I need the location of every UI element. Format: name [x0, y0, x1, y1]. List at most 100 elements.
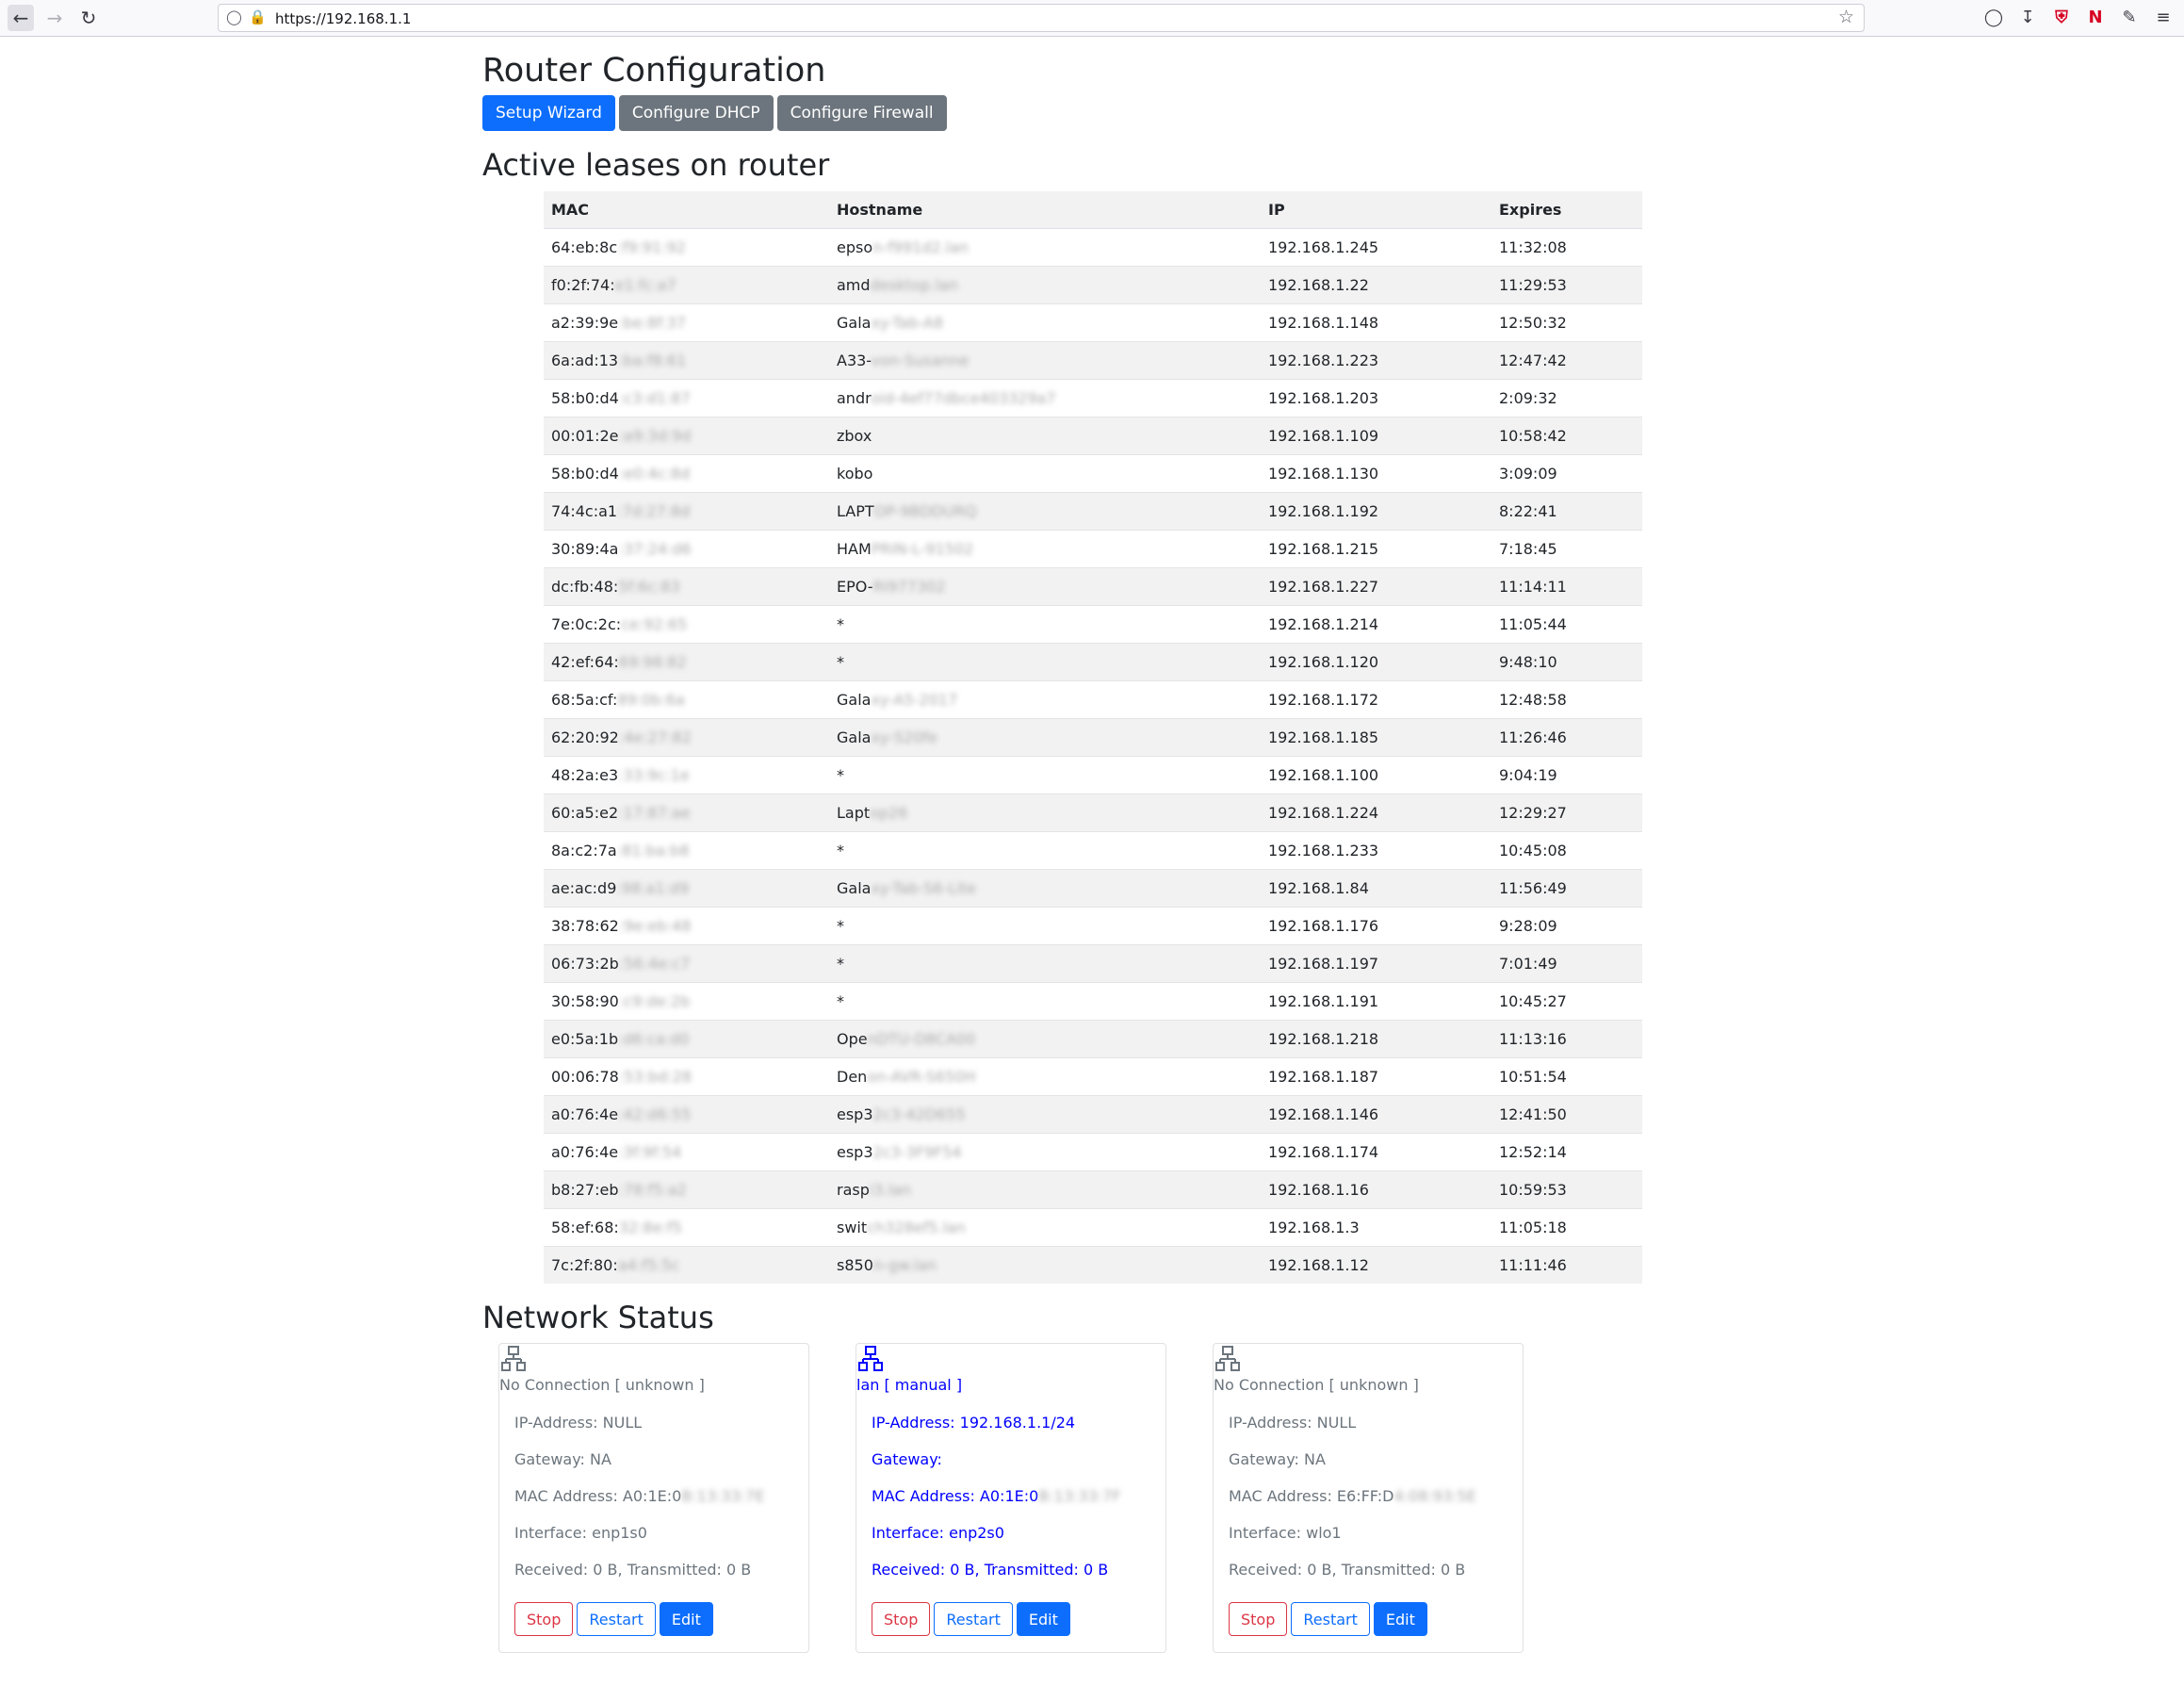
reload-icon[interactable]: ↻ [75, 5, 102, 31]
hostname-cell: zbox [829, 417, 1261, 455]
back-arrow-icon[interactable]: ← [8, 5, 34, 31]
ip-cell: 192.168.1.3 [1261, 1208, 1491, 1247]
hostname-visible: Gala [837, 314, 872, 332]
card-actions: Stop Restart Edit [872, 1602, 1070, 1636]
mac-visible: ae:ac:d9 [551, 879, 617, 897]
mac-visible: a0:76:4e [551, 1143, 619, 1161]
mac-visible: 8a:c2:7a [551, 842, 617, 859]
interface-text: Interface: wlo1 [1229, 1524, 1342, 1542]
mac-cell: a0:76:4e:42:d6:55 [544, 1095, 829, 1134]
mac-address-redacted: B:13:33:7E [681, 1487, 765, 1505]
expires-cell: 12:29:27 [1491, 794, 1642, 832]
hostname-visible: s850 [837, 1256, 873, 1274]
mac-cell: 38:78:62:9e:eb:48 [544, 907, 829, 945]
stop-button[interactable]: Stop [872, 1602, 931, 1636]
forward-arrow-icon[interactable]: → [41, 5, 68, 31]
stop-button[interactable]: Stop [1229, 1602, 1288, 1636]
hostname-visible: HAM [837, 540, 872, 558]
ip-cell: 192.168.1.233 [1261, 831, 1491, 870]
address-bar[interactable]: ◯ 🔒 https://192.168.1.1 ☆ [218, 4, 1865, 32]
ip-cell: 192.168.1.192 [1261, 492, 1491, 531]
expires-cell: 7:18:45 [1491, 530, 1642, 568]
traffic-text: Received: 0 B, Transmitted: 0 B [872, 1561, 1109, 1579]
bookmark-star-icon[interactable]: ☆ [1838, 7, 1854, 27]
table-row: ae:ac:d9:98:a1:d9 Galaxy-Tab-S6-Lite 192.1… [544, 869, 1642, 908]
hostname-visible: esp3 [837, 1105, 873, 1123]
expires-cell: 11:14:11 [1491, 567, 1642, 606]
hostname-redacted: i3.lan [869, 1181, 911, 1199]
column-header-ip: IP [1261, 191, 1491, 229]
configure-dhcp-button[interactable]: Configure DHCP [618, 95, 774, 131]
hostname-redacted: xy-A5-2017 [871, 691, 958, 709]
ip-cell: 192.168.1.12 [1261, 1246, 1491, 1284]
configure-firewall-button[interactable]: Configure Firewall [776, 95, 947, 131]
mac-visible: 30:58:90 [551, 992, 619, 1010]
mac-visible: f0:2f:74: [551, 276, 615, 294]
mac-visible: 6a:ad:13 [551, 352, 619, 369]
mac-redacted: :c9:de:2b [618, 992, 691, 1010]
mac-visible: 06:73:2b [551, 955, 619, 973]
setup-wizard-button[interactable]: Setup Wizard [482, 95, 615, 131]
hostname-cell: s850n-gw.lan [829, 1246, 1261, 1284]
expires-cell: 10:45:08 [1491, 831, 1642, 870]
mac-visible: a2:39:9e [551, 314, 619, 332]
hostname-cell: HAMPRIN-L-91502 [829, 530, 1261, 568]
menu-hamburger-icon[interactable]: ≡ [2153, 8, 2174, 27]
expires-cell: 9:04:19 [1491, 756, 1642, 794]
table-row: 7c:2f:80:a4:f5:5c s850n-gw.lan 192.168.1.1… [544, 1246, 1642, 1284]
column-header-mac: MAC [544, 191, 829, 229]
hostname-cell: esp32c3-3F9F54 [829, 1133, 1261, 1171]
ip-cell: 192.168.1.22 [1261, 266, 1491, 304]
edit-button[interactable]: Edit [1016, 1602, 1070, 1636]
mac-cell: 62:20:92:4e:27:82 [544, 718, 829, 757]
expires-cell: 12:41:50 [1491, 1095, 1642, 1134]
expires-cell: 10:45:27 [1491, 982, 1642, 1021]
hostname-redacted: n-gw.lan [872, 1256, 937, 1274]
ip-cell: 192.168.1.227 [1261, 567, 1491, 606]
lock-icon[interactable]: 🔒 [249, 8, 267, 25]
ublock-icon[interactable]: ⛨ [2051, 8, 2072, 27]
mac-visible: 64:eb:8c [551, 238, 618, 256]
expires-cell: 11:56:49 [1491, 869, 1642, 908]
mac-cell: 7e:0c:2c:ce:92:65 [544, 605, 829, 644]
mac-visible: 30:89:4a [551, 540, 619, 558]
hostname-cell: raspi3.lan [829, 1170, 1261, 1209]
expires-cell: 11:32:08 [1491, 228, 1642, 267]
mac-cell: 8a:c2:7a:81:ba:b8 [544, 831, 829, 870]
table-row: 6a:ad:13:ba:f8:61 A33-von-Susanne 192.168.… [544, 341, 1642, 380]
mac-redacted: :ba:f8:61 [618, 352, 687, 369]
restart-button[interactable]: Restart [577, 1602, 656, 1636]
ip-cell: 192.168.1.197 [1261, 944, 1491, 983]
edit-button[interactable]: Edit [1373, 1602, 1427, 1636]
expires-cell: 11:05:44 [1491, 605, 1642, 644]
mac-cell: 30:89:4a:37:24:d6 [544, 530, 829, 568]
extensions-puzzle-icon[interactable]: ✎ [2119, 8, 2140, 27]
ip-cell: 192.168.1.100 [1261, 756, 1491, 794]
hostname-redacted: xy-Tab-S6-Lite [871, 879, 976, 897]
url-text[interactable]: https://192.168.1.1 [275, 10, 411, 27]
ip-cell: 192.168.1.224 [1261, 794, 1491, 832]
interface-text: Interface: enp1s0 [514, 1524, 647, 1542]
restart-button[interactable]: Restart [934, 1602, 1013, 1636]
table-row: 30:89:4a:37:24:d6 HAMPRIN-L-91502 192.168.… [544, 530, 1642, 568]
network-status-heading: Network Status [482, 1300, 714, 1335]
mac-redacted: 69:98:82 [618, 653, 687, 671]
download-icon[interactable]: ↧ [2017, 8, 2038, 27]
table-row: f0:2f:74:e1:fc:a7 amddesktop.lan 192.168.1… [544, 266, 1642, 304]
mac-address-visible: MAC Address: A0:1E:0 [872, 1487, 1039, 1505]
hostname-visible: * [837, 615, 844, 633]
edit-button[interactable]: Edit [659, 1602, 713, 1636]
mac-address-text: MAC Address: E6:FF:D4:08:93:5E [1229, 1487, 1476, 1505]
restart-button[interactable]: Restart [1291, 1602, 1370, 1636]
pocket-icon[interactable]: ◯ [1983, 8, 2004, 27]
expires-cell: 12:48:58 [1491, 680, 1642, 719]
mac-visible: dc:fb:48: [551, 578, 619, 596]
mac-redacted: :be:8f:37 [618, 314, 686, 332]
ip-cell: 192.168.1.203 [1261, 379, 1491, 417]
stop-button[interactable]: Stop [514, 1602, 574, 1636]
extension-n-icon[interactable]: N [2085, 8, 2106, 27]
shield-icon[interactable]: ◯ [226, 8, 242, 25]
mac-cell: 00:06:78:53:bd:28 [544, 1057, 829, 1096]
mac-cell: 42:ef:64:69:98:82 [544, 643, 829, 681]
table-row: 62:20:92:4e:27:82 Galaxy-S20fe 192.168.1.1… [544, 718, 1642, 757]
